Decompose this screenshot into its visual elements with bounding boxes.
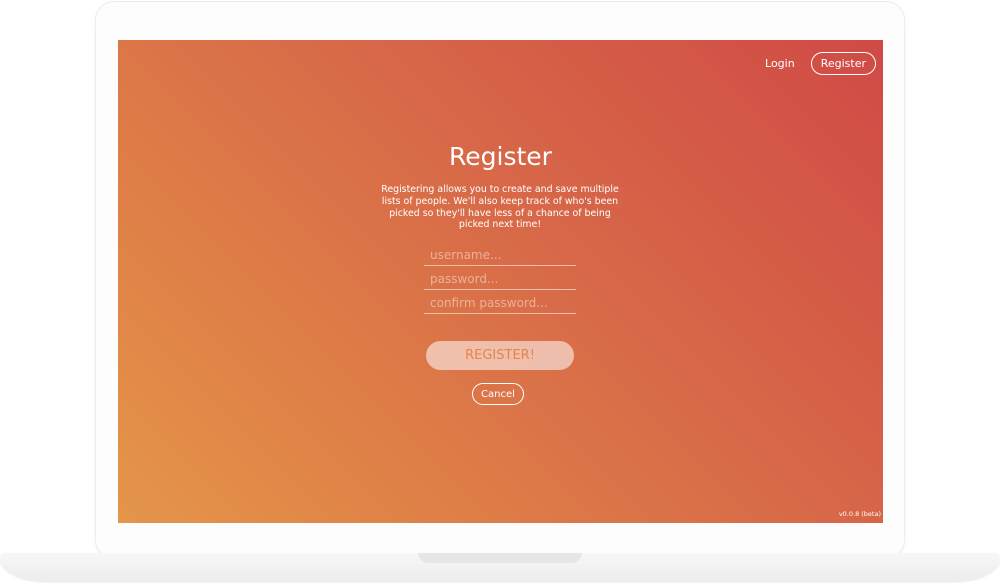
- app-screen: Login Register Register Registering allo…: [118, 40, 883, 523]
- cancel-button[interactable]: Cancel: [472, 383, 524, 405]
- version-label: v0.0.8 (beta): [838, 510, 881, 518]
- confirm-password-input[interactable]: [424, 292, 576, 314]
- register-description: Registering allows you to create and sav…: [381, 184, 619, 231]
- laptop-notch: [418, 553, 582, 563]
- register-submit-button[interactable]: REGISTER!: [426, 341, 574, 370]
- password-input[interactable]: [424, 268, 576, 290]
- top-nav: Login Register: [765, 52, 876, 75]
- username-input[interactable]: [424, 244, 576, 266]
- login-link[interactable]: Login: [765, 57, 795, 70]
- register-nav-button[interactable]: Register: [810, 52, 876, 75]
- page-title: Register: [449, 142, 552, 171]
